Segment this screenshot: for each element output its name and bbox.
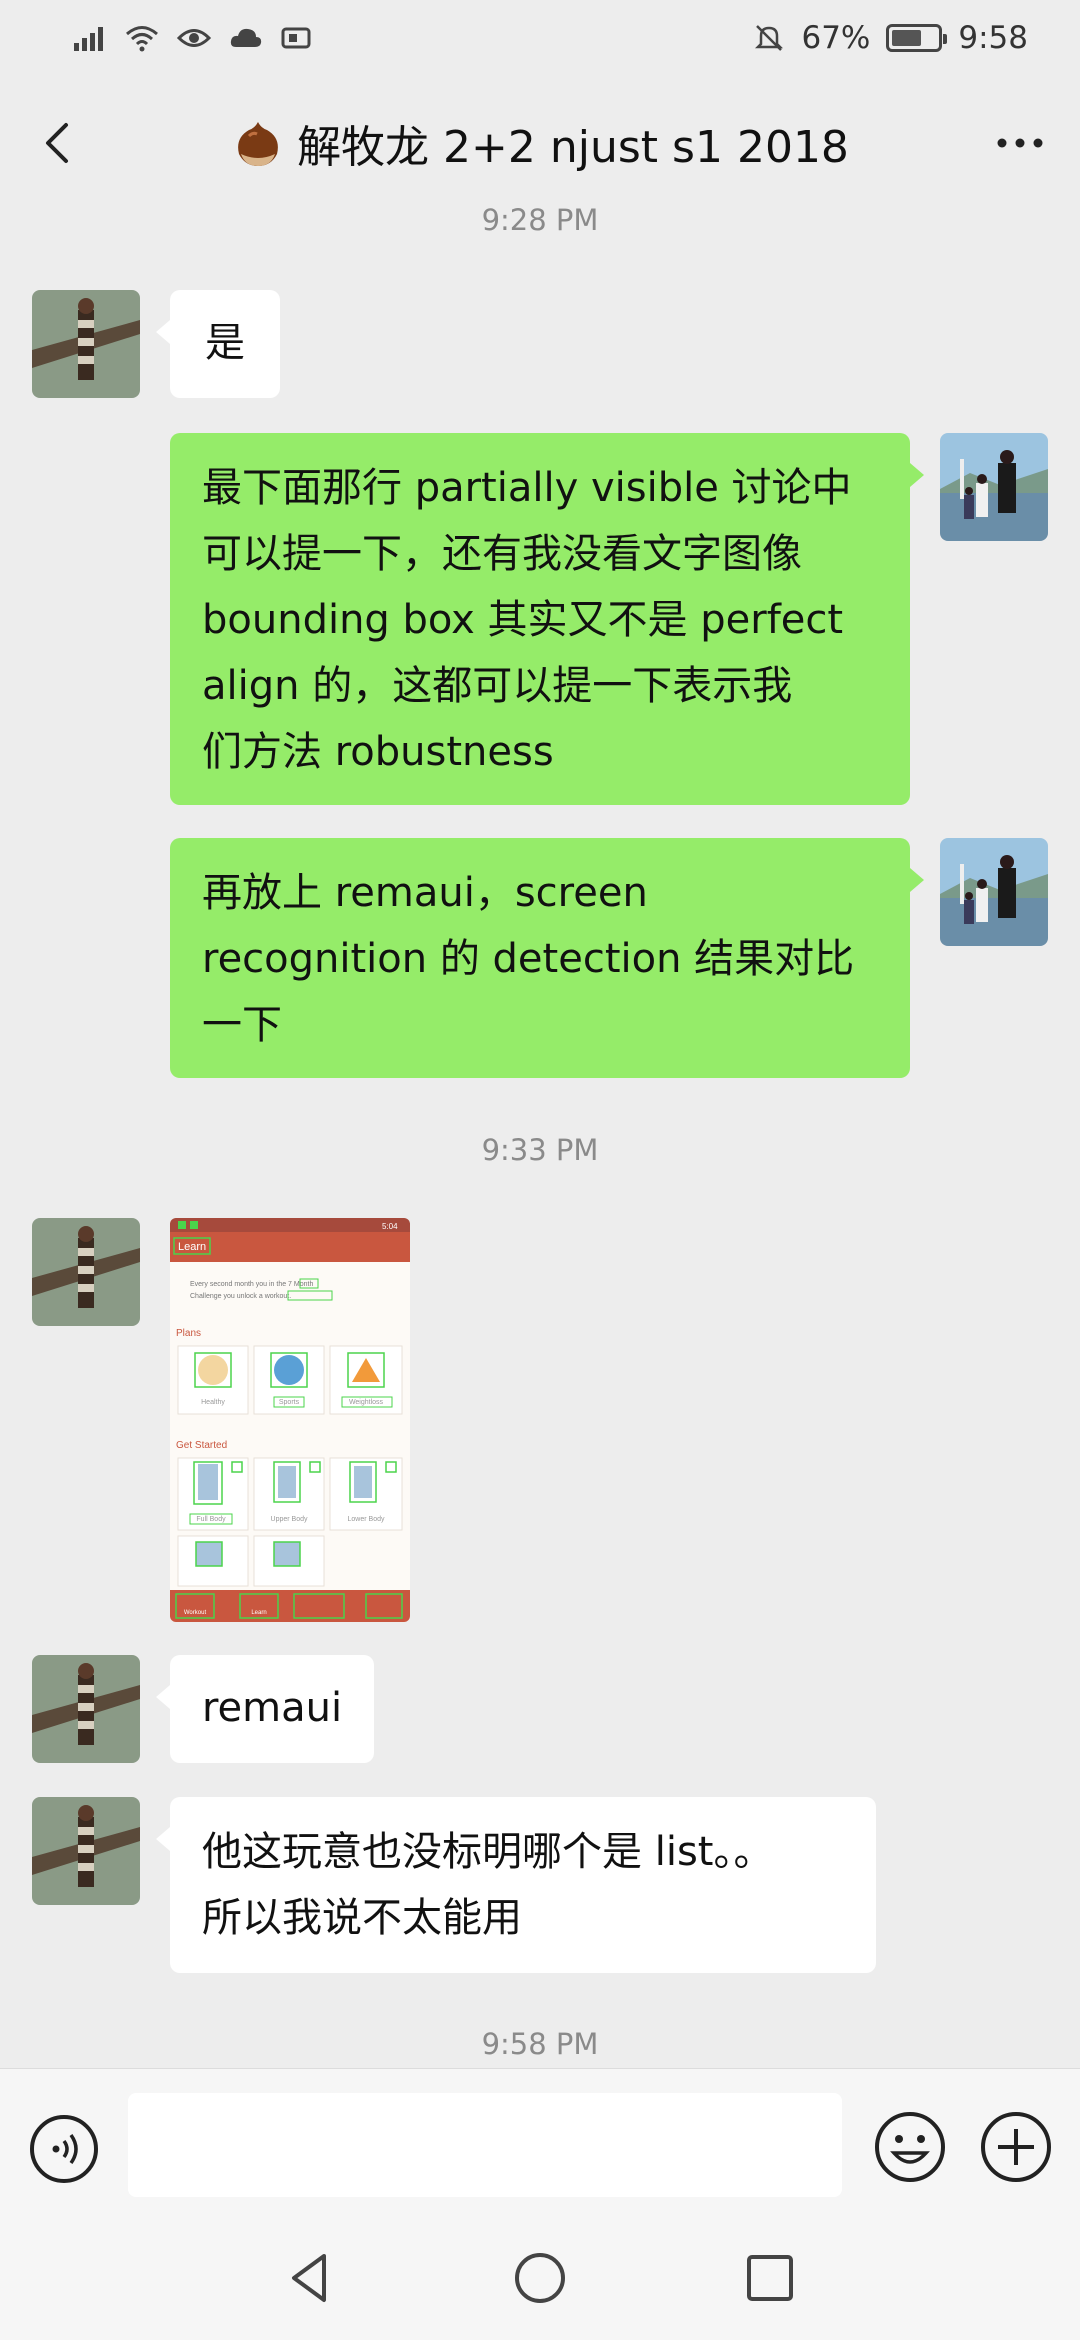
wifi-icon [126,25,158,51]
message-bubble[interactable]: 再放上 remaui，screen recognition 的 detectio… [170,838,924,1078]
input-bar [0,2068,1080,2218]
timestamp: 9:58 PM [481,2027,599,2061]
chat-title-text: 解牧龙 2+2 njust s1 2018 [297,121,849,173]
svg-text:Every second month you in: Every second month you in the 7 Month [190,1281,313,1288]
more-dots-icon[interactable] [988,115,1052,171]
system-nav-bar [0,2218,1080,2340]
thumb-plan-label: Sports [279,1399,300,1406]
message-bubble[interactable]: 是 [156,290,280,398]
avatar[interactable] [940,433,1048,541]
message-line: bounding box 其实又不是 perfect [202,597,844,643]
timestamp: 9:28 PM [481,203,599,237]
signal-icon [74,26,103,51]
thumb-tab-label: Workout [184,1610,207,1616]
message-line: 再放上 remaui，screen [202,870,648,916]
status-bar: 67% 9:58 [0,0,1080,75]
voice-icon[interactable] [28,2113,100,2185]
plus-icon[interactable] [978,2109,1054,2185]
status-left [72,23,316,53]
timestamp: 9:33 PM [481,1133,599,1167]
message-text: remaui [201,1685,343,1731]
thumb-plan-label: Healthy [201,1399,225,1406]
status-right: 67% 9:58 [753,20,1028,56]
message-line: 一下 [202,1002,282,1048]
thumb-plan-label: Weightloss [349,1399,384,1406]
chat-header: 解牧龙 2+2 njust s1 2018 [0,95,1080,190]
eye-icon [176,28,212,47]
chat-title: 解牧龙 2+2 njust s1 2018 [231,111,849,175]
thumb-start-label: Lower Body [348,1516,385,1523]
avatar[interactable] [940,838,1048,946]
emoji-icon[interactable] [872,2109,948,2185]
thumb-status-time: 5:04 [382,1222,398,1231]
mute-bell-icon [755,24,784,51]
message-line: 可以提一下，还有我没看文字图像 [202,531,802,577]
chestnut-icon [238,121,278,166]
thumb-app-title: Learn [178,1241,206,1253]
message-line: 他这玩意也没标明哪个是 list。。 [202,1829,774,1875]
message-line: 最下面那行 partially visible 讨论中 [202,465,852,511]
svg-text:Challenge you unlock a: Challenge you unlock a workout. [190,1293,291,1300]
avatar[interactable] [32,1797,140,1905]
avatar[interactable] [32,1218,140,1326]
thumb-get-started-label: Get Started [176,1440,227,1451]
message-input[interactable] [128,2093,842,2197]
thumb-tab-label: Learn [251,1610,266,1616]
battery-percent: 67% [801,19,871,56]
message-text: 是 [205,320,245,366]
nav-back-icon[interactable] [280,2248,340,2308]
thumb-plans-label: Plans [176,1328,201,1339]
avatar[interactable] [32,1655,140,1763]
message-line: 所以我说不太能用 [202,1895,522,1941]
nav-home-icon[interactable] [510,2248,570,2308]
notification-icon [281,27,311,48]
thumb-start-label: Full Body [196,1516,226,1523]
thumb-start-label: Upper Body [271,1516,308,1523]
message-bubble[interactable]: 他这玩意也没标明哪个是 list。。 所以我说不太能用 [156,1797,876,1973]
cloud-icon [230,28,262,47]
clock: 9:58 [958,19,1028,56]
battery-icon [886,23,948,52]
image-message[interactable]: 5:04 Learn Every second month you in the… [170,1218,410,1622]
nav-recent-icon[interactable] [740,2248,800,2308]
message-line: recognition 的 detection 结果对比 [202,936,855,982]
message-line: 们方法 robustness [202,729,554,775]
message-bubble[interactable]: 最下面那行 partially visible 讨论中 可以提一下，还有我没看文… [170,433,924,805]
message-line: align 的，这都可以提一下表示我 [202,663,793,709]
back-chevron-icon[interactable] [32,115,88,171]
message-bubble[interactable]: remaui [156,1655,374,1763]
avatar[interactable] [32,290,140,398]
